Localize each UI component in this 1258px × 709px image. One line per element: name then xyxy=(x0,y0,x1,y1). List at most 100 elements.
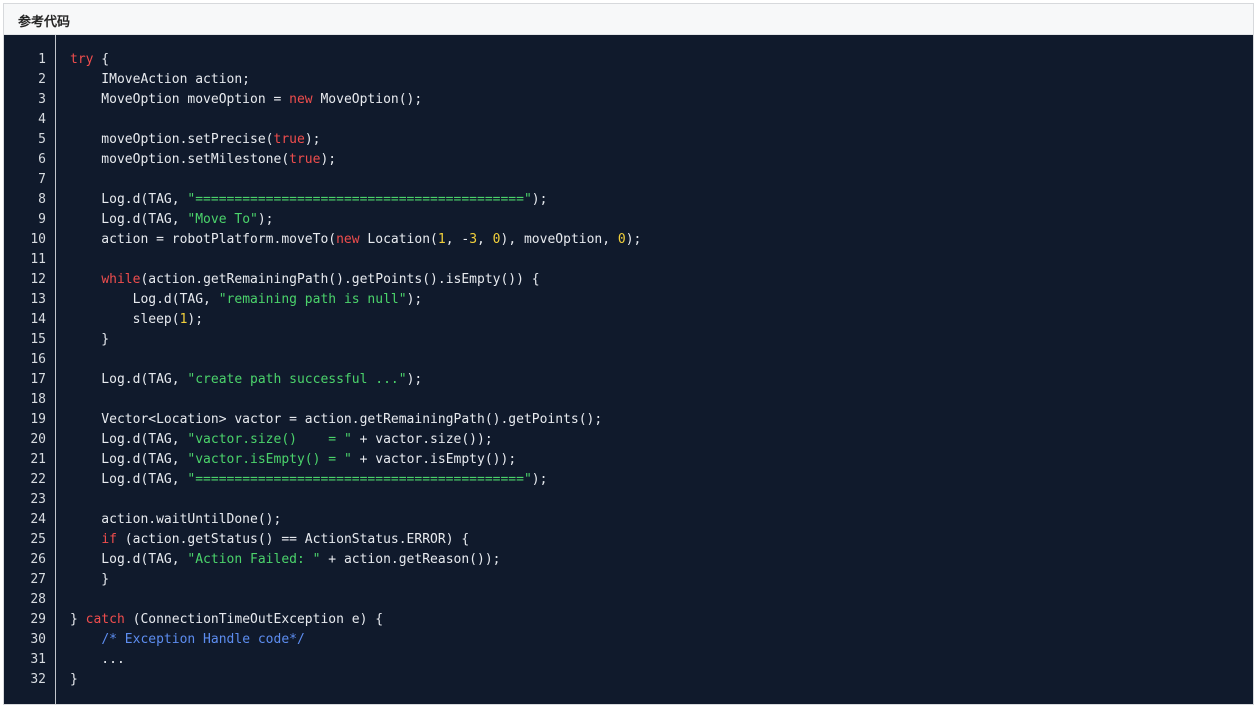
code-line: Log.d(TAG, "vactor.isEmpty() = " + vacto… xyxy=(70,450,516,470)
code-token: ); xyxy=(257,212,274,227)
line-number: 22 xyxy=(30,472,46,487)
code-token: action.waitUntilDone(); xyxy=(70,512,282,527)
code-token: ); xyxy=(625,232,642,247)
line-number: 14 xyxy=(30,312,46,327)
code-line: action = robotPlatform.moveTo(new Locati… xyxy=(70,230,641,250)
code-token: ... xyxy=(70,652,125,667)
line-number-gutter: 1 2 3 4 5 6 7 8 9 10 11 12 13 14 15 16 17 18 19 20 21 22 23 24 2… xyxy=(4,35,56,704)
line-number: 31 xyxy=(30,652,46,667)
number-token: 1 xyxy=(437,232,446,247)
code-token: ); xyxy=(187,312,204,327)
code-token: (action.getRemainingPath().getPoints().i… xyxy=(140,272,540,287)
code-token: + action.getReason()); xyxy=(320,552,501,567)
number-token: 0 xyxy=(492,232,501,247)
keyword-token: true xyxy=(273,132,305,147)
line-number: 32 xyxy=(30,672,46,687)
string-token: "Action Failed: " xyxy=(187,552,321,567)
line-number: 3 xyxy=(38,92,46,107)
line-number: 26 xyxy=(30,552,46,567)
line-number: 6 xyxy=(38,152,46,167)
line-number: 12 xyxy=(30,272,46,287)
keyword-token: while xyxy=(101,272,141,287)
line-number: 8 xyxy=(38,192,46,207)
code-token: Log.d(TAG, xyxy=(70,552,188,567)
code-line: } xyxy=(70,570,109,590)
code-line: } catch (ConnectionTimeOutException e) { xyxy=(70,610,383,630)
string-token: "Move To" xyxy=(187,212,258,227)
code-line: } xyxy=(70,330,109,350)
code-token: } xyxy=(70,332,110,347)
code-line: IMoveAction action; xyxy=(70,70,250,90)
line-number: 4 xyxy=(38,112,46,127)
code-block[interactable]: 1 2 3 4 5 6 7 8 9 10 11 12 13 14 15 16 17 18 19 20 21 22 23 24 2… xyxy=(4,35,1253,704)
code-token: ); xyxy=(320,152,337,167)
keyword-token: if xyxy=(101,532,117,547)
keyword-token: new xyxy=(289,92,313,107)
code-line: Vector<Location> vactor = action.getRema… xyxy=(70,410,602,430)
code-token: moveOption.setMilestone( xyxy=(70,152,290,167)
code-token: Log.d(TAG, xyxy=(70,192,188,207)
keyword-token: true xyxy=(289,152,321,167)
line-number: 15 xyxy=(30,332,46,347)
code-line: } xyxy=(70,670,78,690)
line-number: 1 xyxy=(38,52,46,67)
string-token: "=======================================… xyxy=(187,192,532,207)
code-token: MoveOption(); xyxy=(312,92,423,107)
code-token: , xyxy=(477,232,493,247)
code-token: Log.d(TAG, xyxy=(70,372,188,387)
string-token: "=======================================… xyxy=(187,472,532,487)
string-token: "create path successful ..." xyxy=(187,372,407,387)
code-token: Log.d(TAG, xyxy=(70,212,188,227)
number-token: 0 xyxy=(617,232,626,247)
line-number: 21 xyxy=(30,452,46,467)
code-line: if (action.getStatus() == ActionStatus.E… xyxy=(70,530,469,550)
code-token: ); xyxy=(304,132,321,147)
keyword-token: try xyxy=(70,52,94,67)
line-number: 2 xyxy=(38,72,46,87)
code-token: (ConnectionTimeOutException e) { xyxy=(124,612,384,627)
code-line: Log.d(TAG, "============================… xyxy=(70,190,547,210)
line-number: 27 xyxy=(30,572,46,587)
code-token: IMoveAction action; xyxy=(70,72,251,87)
line-number: 10 xyxy=(30,232,46,247)
code-token: ); xyxy=(531,192,548,207)
line-number: 9 xyxy=(38,212,46,227)
panel-header: 参考代码 xyxy=(4,4,1253,35)
line-number: 19 xyxy=(30,412,46,427)
code-line: Log.d(TAG, "Move To"); xyxy=(70,210,274,230)
line-number: 5 xyxy=(38,132,46,147)
code-line: try { xyxy=(70,50,109,70)
string-token: "vactor.size() = " xyxy=(187,432,352,447)
line-number: 24 xyxy=(30,512,46,527)
string-token: "vactor.isEmpty() = " xyxy=(187,452,352,467)
panel-title: 参考代码 xyxy=(18,15,71,30)
line-number: 28 xyxy=(30,592,46,607)
line-number: 20 xyxy=(30,432,46,447)
code-token: + vactor.size()); xyxy=(351,432,493,447)
line-number: 18 xyxy=(30,392,46,407)
code-line: Log.d(TAG, "vactor.size() = " + vactor.s… xyxy=(70,430,493,450)
line-number: 7 xyxy=(38,172,46,187)
code-token: } xyxy=(70,572,110,587)
string-token: "remaining path is null" xyxy=(218,292,407,307)
line-number: 29 xyxy=(30,612,46,627)
code-token: } xyxy=(70,612,86,627)
line-number: 25 xyxy=(30,532,46,547)
code-line: /* Exception Handle code*/ xyxy=(70,630,305,650)
code-token: MoveOption moveOption = xyxy=(70,92,290,107)
code-token: (action.getStatus() == ActionStatus.ERRO… xyxy=(116,532,470,547)
code-token: } xyxy=(70,672,78,687)
code-token: , - xyxy=(445,232,470,247)
code-line: Log.d(TAG, "create path successful ...")… xyxy=(70,370,422,390)
line-number: 13 xyxy=(30,292,46,307)
comment-token: /* Exception Handle code*/ xyxy=(101,632,305,647)
line-number: 17 xyxy=(30,372,46,387)
code-token: ); xyxy=(406,372,423,387)
code-token: { xyxy=(93,52,110,67)
line-number: 11 xyxy=(30,252,46,267)
code-token: ), moveOption, xyxy=(500,232,618,247)
code-token: Vector<Location> vactor = action.getRema… xyxy=(70,412,603,427)
